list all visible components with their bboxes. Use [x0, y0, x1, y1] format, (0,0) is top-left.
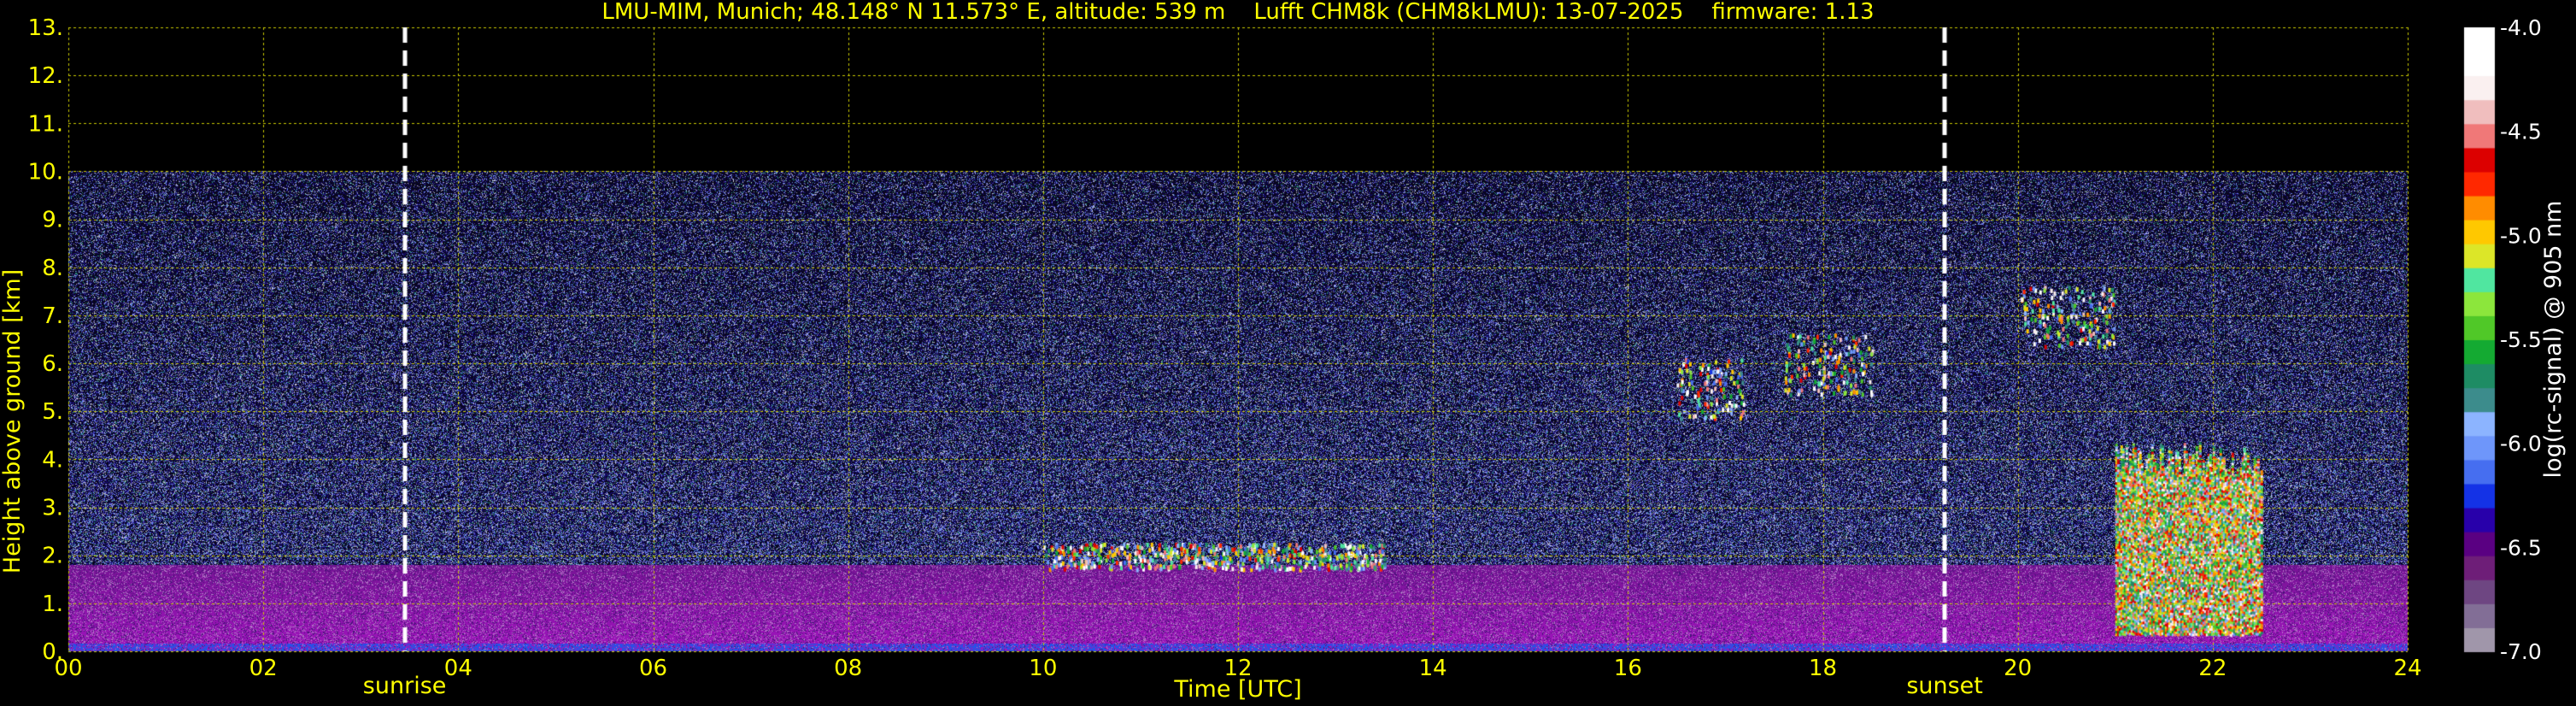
y-tick-label: 9.	[42, 208, 63, 233]
x-tick-label: 10	[1029, 656, 1057, 681]
x-tick-label: 04	[444, 656, 472, 681]
colorbar-tick-labels: -7.0 -6.5 -6.0 -5.5 -5.0 -4.5 -4.0	[2500, 15, 2542, 664]
marker-label-sunset: sunset	[1906, 673, 1983, 699]
x-tick-label: 24	[2393, 656, 2421, 681]
x-tick-label: 18	[1809, 656, 1837, 681]
y-tick-label: 4.	[42, 447, 63, 473]
x-axis-label: Time [UTC]	[1173, 676, 1301, 703]
y-tick-label: 5.	[42, 399, 63, 425]
y-tick-label: 0.	[42, 639, 63, 665]
x-tick-label: 06	[639, 656, 667, 681]
y-tick-label: 8.	[42, 256, 63, 281]
colorbar-tick-label: -4.0	[2500, 15, 2542, 40]
y-tick-label: 10.	[28, 159, 63, 185]
y-tick-label: 6.	[42, 351, 63, 377]
colorbar-tick-label: -6.5	[2500, 535, 2542, 560]
colorbar-tick-label: -5.0	[2500, 223, 2542, 248]
x-tick-label: 02	[249, 656, 278, 681]
x-tick-label: 14	[1419, 656, 1447, 681]
x-tick-label: 16	[1614, 656, 1642, 681]
x-tick-label: 20	[2004, 656, 2032, 681]
x-tick-label: 08	[834, 656, 862, 681]
colorbar-tick-label: -5.5	[2500, 327, 2542, 352]
chart-title: LMU-MIM, Munich; 48.148° N 11.573° E, al…	[601, 0, 1874, 25]
marker-labels: sunrise sunset	[363, 673, 1983, 699]
colorbar-tick-label: -7.0	[2500, 639, 2542, 664]
y-tick-label: 12.	[28, 63, 63, 89]
y-tick-label: 13.	[28, 15, 63, 41]
y-tick-label: 2.	[42, 544, 63, 569]
colorbar-tick-label: -4.5	[2500, 120, 2542, 144]
y-tick-label: 11.	[28, 111, 63, 137]
colorbar-label: log(rc-signal) @ 905 nm	[2540, 201, 2567, 479]
y-tick-label: 3.	[42, 496, 63, 521]
y-axis-label: Height above ground [km]	[0, 269, 26, 574]
marker-label-sunrise: sunrise	[363, 673, 447, 699]
y-tick-labels: 0. 1. 2. 3. 4. 5. 6. 7. 8. 9. 10. 11. 12. 13.	[28, 15, 63, 665]
colorbar-tick-label: -6.0	[2500, 432, 2542, 456]
chart-overlay: LMU-MIM, Munich; 48.148° N 11.573° E, al…	[0, 0, 2567, 703]
y-tick-label: 1.	[42, 591, 63, 617]
x-tick-label: 22	[2198, 656, 2227, 681]
y-tick-label: 7.	[42, 303, 63, 329]
